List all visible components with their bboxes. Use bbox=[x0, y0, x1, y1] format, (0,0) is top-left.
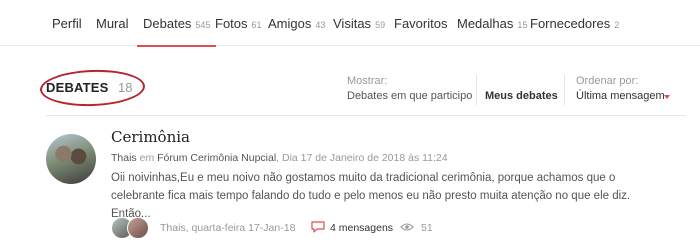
profile-tabs: Perfil Mural Debates 545 Fotos 61 Amigos 43… bbox=[0, 0, 700, 47]
sort-dropdown[interactable]: Última mensagem bbox=[576, 90, 665, 102]
post-excerpt: Oii noivinhas,Eu e meu noivo não gostamo… bbox=[111, 172, 631, 220]
tab-count: 61 bbox=[251, 20, 262, 30]
tab-label: Perfil bbox=[52, 16, 82, 31]
eye-icon bbox=[400, 223, 414, 231]
post-date: , Dia 17 de Janeiro de 2018 às 11:24 bbox=[276, 152, 448, 164]
tab-label: Favoritos bbox=[394, 16, 448, 31]
last-activity: Thais, quarta-feira 17-Jan-18 bbox=[160, 222, 296, 234]
message-count[interactable]: 4 mensagens bbox=[330, 222, 393, 234]
tab-medalhas[interactable]: Medalhas 15 bbox=[457, 16, 527, 46]
forum-link[interactable]: Fórum Cerimônia Nupcial bbox=[157, 152, 276, 164]
comment-icon bbox=[311, 221, 325, 233]
tab-label: Debates bbox=[143, 16, 192, 31]
divider bbox=[476, 75, 477, 105]
view-count: 51 bbox=[421, 222, 433, 234]
section-divider bbox=[46, 115, 686, 116]
post-title[interactable]: Cerimônia bbox=[111, 128, 190, 146]
tab-visitas[interactable]: Visitas 59 bbox=[333, 16, 385, 46]
tab-mural[interactable]: Mural bbox=[96, 16, 129, 46]
participant-avatar[interactable] bbox=[127, 217, 149, 239]
tab-fornecedores[interactable]: Fornecedores 2 bbox=[530, 16, 619, 46]
tab-debates[interactable]: Debates 545 bbox=[136, 16, 217, 47]
divider bbox=[564, 75, 565, 105]
tab-count: 59 bbox=[375, 20, 386, 30]
avatar[interactable] bbox=[46, 134, 96, 184]
tab-label: Amigos bbox=[268, 16, 312, 31]
tab-label: Visitas bbox=[333, 16, 372, 31]
tab-fotos[interactable]: Fotos 61 bbox=[215, 16, 262, 46]
tab-label: Mural bbox=[96, 16, 129, 31]
chevron-down-icon[interactable] bbox=[664, 95, 670, 99]
tab-count: 15 bbox=[517, 20, 528, 30]
tab-label: Fotos bbox=[215, 16, 248, 31]
meta-in-word: em bbox=[139, 152, 155, 164]
tab-amigos[interactable]: Amigos 43 bbox=[268, 16, 325, 46]
red-circle-annotation bbox=[39, 68, 146, 108]
tab-label: Fornecedores bbox=[530, 16, 611, 31]
tab-count: 43 bbox=[315, 20, 326, 30]
tab-favoritos[interactable]: Favoritos bbox=[394, 16, 447, 46]
filter-label: Mostrar: bbox=[347, 75, 388, 87]
filter-my-debates-link[interactable]: Meus debates bbox=[485, 90, 558, 102]
post-author[interactable]: Thais bbox=[111, 152, 137, 164]
filter-participating-link[interactable]: Debates em que participo bbox=[347, 90, 472, 102]
tab-label: Medalhas bbox=[457, 16, 514, 31]
tab-count: 545 bbox=[195, 20, 211, 30]
tab-perfil[interactable]: Perfil bbox=[52, 16, 82, 46]
sort-label: Ordenar por: bbox=[576, 75, 639, 87]
post-meta: Thais em Fórum Cerimônia Nupcial, Dia 17… bbox=[111, 152, 448, 164]
tab-count: 2 bbox=[614, 20, 620, 30]
